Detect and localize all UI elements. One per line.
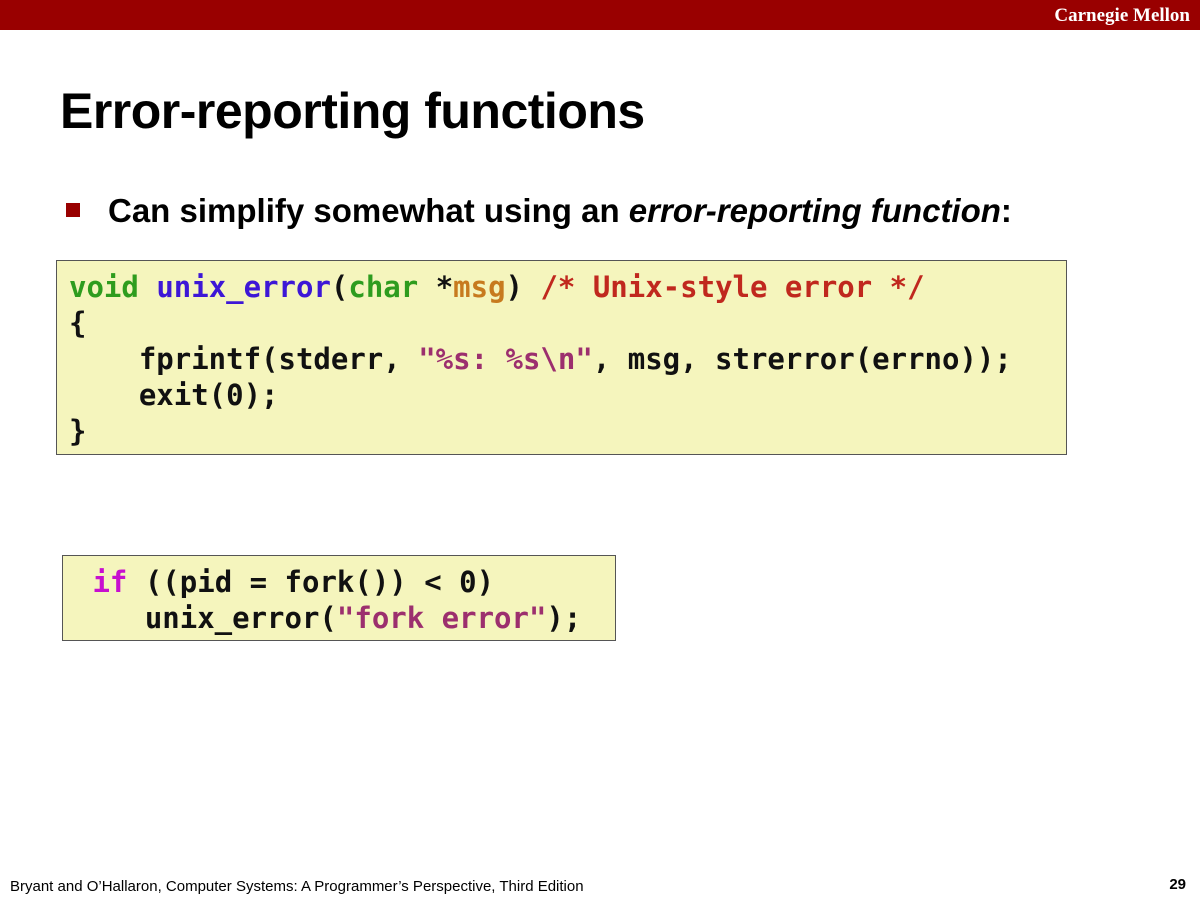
code-line: exit(0);: [69, 378, 279, 412]
code-token: , msg, strerror(errno));: [592, 342, 1012, 376]
code-token: *: [418, 270, 454, 304]
code-token-function: unix_error: [156, 270, 331, 304]
code-block-fork-call: if ((pid = fork()) < 0) unix_error("fork…: [62, 555, 616, 641]
brand-logo-text: Carnegie Mellon: [1054, 5, 1190, 26]
code-token: (: [330, 270, 349, 304]
code-line: void unix_error(char *msg) /* Unix-style…: [69, 269, 1054, 305]
square-bullet-icon: [66, 203, 80, 218]
slide-title: Error-reporting functions: [60, 83, 645, 139]
code-line: if ((pid = fork()) < 0): [75, 564, 603, 600]
bullet-item: Can simplify somewhat using an error-rep…: [66, 192, 1012, 230]
code-token-param: msg: [453, 270, 506, 304]
code-block-unix-error: void unix_error(char *msg) /* Unix-style…: [56, 260, 1067, 455]
code-line: fprintf(stderr, "%s: %s\n", msg, strerro…: [69, 341, 1054, 377]
code-line: }: [69, 414, 87, 448]
code-token: ): [505, 270, 541, 304]
code-token: ((pid = fork()) < 0): [127, 565, 495, 599]
bullet-text-emphasis: error-reporting function: [628, 192, 1001, 229]
code-token: fprintf(stderr,: [69, 342, 419, 376]
code-token-keyword: if: [92, 565, 128, 599]
bullet-text-start: Can simplify somewhat using an: [108, 192, 629, 229]
code-line: unix_error("fork error");: [75, 600, 603, 636]
footer-citation: Bryant and O’Hallaron, Computer Systems:…: [10, 878, 584, 895]
header-bar: Carnegie Mellon: [0, 0, 1200, 30]
code-line: {: [69, 306, 87, 340]
code-token: unix_error(: [75, 601, 337, 635]
bullet-text-end: :: [1000, 192, 1012, 229]
code-token: );: [546, 601, 582, 635]
code-token-string: "%s: %s\n": [418, 342, 593, 376]
code-token-string: "fork error": [336, 601, 547, 635]
code-token-type: void: [69, 270, 139, 304]
code-token-comment: /* Unix-style error */: [540, 270, 925, 304]
page-number: 29: [1169, 876, 1186, 893]
code-token-type: char: [348, 270, 419, 304]
